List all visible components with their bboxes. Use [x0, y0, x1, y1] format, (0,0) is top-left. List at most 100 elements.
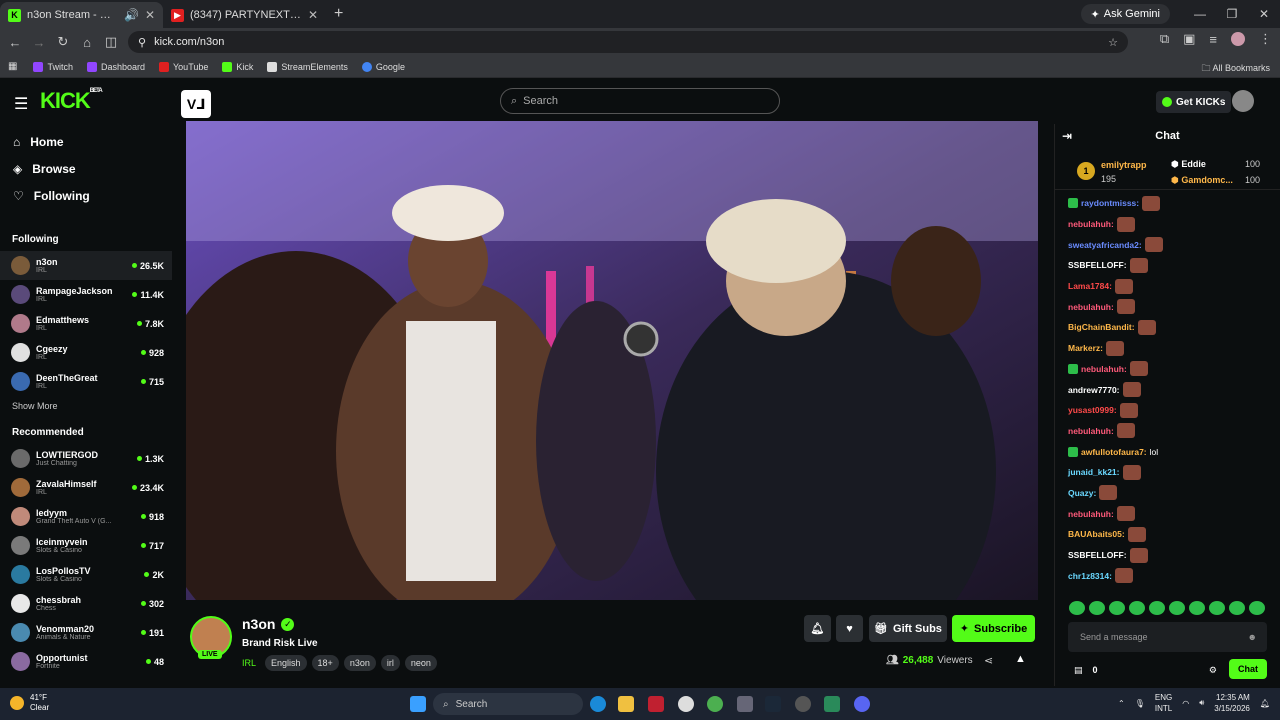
microphone-icon[interactable]: 🎙︎	[1135, 699, 1145, 708]
taskbar-search[interactable]: ⌕ Search	[433, 693, 583, 715]
quick-emote-icon[interactable]	[1089, 601, 1105, 615]
chat-username[interactable]: nebulahuh:	[1068, 219, 1114, 229]
app-icon[interactable]	[678, 696, 694, 712]
nav-following[interactable]: ♡ Following	[0, 182, 172, 209]
close-window-icon[interactable]: ✕	[1248, 0, 1280, 28]
chat-username[interactable]: raydontmisss:	[1081, 198, 1139, 208]
sidebar-channel[interactable]: LosPollosTV Slots & Casino 2K	[0, 560, 172, 589]
menu-kebab-icon[interactable]: ⋮	[1259, 31, 1272, 47]
user-avatar[interactable]	[1232, 90, 1254, 112]
collapse-chat-icon[interactable]: ⇥	[1062, 124, 1072, 148]
points-icon[interactable]: ▤	[1074, 665, 1083, 676]
subscribe-button[interactable]: ✦ Subscribe	[952, 615, 1035, 642]
chat-username[interactable]: nebulahuh:	[1068, 509, 1114, 519]
chat-message-input[interactable]: Send a message ☻	[1068, 622, 1267, 652]
chat-username[interactable]: andrew7770:	[1068, 385, 1120, 395]
chat-username[interactable]: chr1z8314:	[1068, 571, 1112, 581]
sidebar-channel[interactable]: Iceinmyvein Slots & Casino 717	[0, 531, 172, 560]
tag-chip[interactable]: neon	[404, 655, 437, 671]
chat-username[interactable]: BAUAbaits05:	[1068, 529, 1125, 539]
chat-username[interactable]: SSBFELLOFF:	[1068, 550, 1127, 560]
maximize-icon[interactable]: ❐	[1216, 0, 1248, 28]
quick-emote-icon[interactable]	[1169, 601, 1185, 615]
sidebar-channel[interactable]: Edmatthews IRL 7.8K	[0, 309, 172, 338]
quick-emote-icon[interactable]	[1229, 601, 1245, 615]
quick-emote-icon[interactable]	[1129, 601, 1145, 615]
tab-search-icon[interactable]: ≡	[1209, 32, 1217, 47]
notification-bell-button[interactable]: 🔔︎	[804, 615, 831, 642]
gift-subs-button[interactable]: 🎁︎ Gift Subs	[869, 615, 947, 642]
tray-chevron-icon[interactable]: ⌃	[1118, 699, 1125, 708]
quick-emote-icon[interactable]	[1189, 601, 1205, 615]
sidebar-icon[interactable]: ▣	[1183, 31, 1195, 47]
wifi-icon[interactable]: ◠	[1182, 699, 1189, 708]
share-icon[interactable]: ⋖	[984, 654, 993, 667]
weather-widget[interactable]: 41°F Clear	[10, 693, 49, 713]
video-player[interactable]	[186, 121, 1038, 600]
chat-username[interactable]: nebulahuh:	[1068, 426, 1114, 436]
bookmark-youtube[interactable]: YouTube	[159, 61, 208, 72]
emoji-picker-icon[interactable]: ☻	[1248, 622, 1257, 652]
minimize-icon[interactable]: —	[1184, 0, 1216, 28]
nav-home[interactable]: ⌂ Home	[0, 128, 172, 155]
close-tab-icon[interactable]: ✕	[308, 8, 318, 22]
chat-username[interactable]: Markerz:	[1068, 343, 1103, 353]
speaker-icon[interactable]: 🔊	[124, 8, 139, 22]
profile-avatar[interactable]	[1231, 32, 1245, 46]
chat-username[interactable]: sweatyafricanda2:	[1068, 240, 1142, 250]
forward-icon[interactable]: →	[27, 35, 51, 50]
quick-emote-icon[interactable]	[1109, 601, 1125, 615]
windows-start-icon[interactable]	[410, 696, 426, 712]
apps-grid-icon[interactable]: ▦	[8, 61, 17, 72]
notification-icon[interactable]: 🔔︎	[1260, 699, 1270, 708]
discord-icon[interactable]	[854, 696, 870, 712]
app-icon[interactable]	[737, 696, 753, 712]
tag-chip[interactable]: irl	[380, 655, 400, 671]
app-icon[interactable]	[648, 696, 664, 712]
chat-username[interactable]: SSBFELLOFF:	[1068, 260, 1127, 270]
quick-emote-icon[interactable]	[1149, 601, 1165, 615]
quick-emote-icon[interactable]	[1209, 601, 1225, 615]
quick-emote-icon[interactable]	[1249, 601, 1265, 615]
chat-username[interactable]: junaid_kk21:	[1068, 467, 1120, 477]
chat-username[interactable]: nebulahuh:	[1081, 364, 1127, 374]
report-icon[interactable]: ▲	[1015, 653, 1026, 665]
all-bookmarks-button[interactable]: 🗀 All Bookmarks	[1201, 61, 1270, 77]
tab-kick[interactable]: K n3on Stream - Watch Live on Kick 🔊 ✕	[0, 2, 163, 28]
language-indicator[interactable]: ENG INTL	[1155, 692, 1172, 714]
kick-logo[interactable]: KICKBETA	[40, 88, 103, 114]
sidebar-channel[interactable]: Cgeezy IRL 928	[0, 338, 172, 367]
bookmark-dashboard[interactable]: Dashboard	[86, 61, 145, 72]
file-explorer-icon[interactable]	[618, 696, 634, 712]
sidebar-channel[interactable]: n3on IRL 26.5K	[0, 251, 172, 280]
sidebar-channel[interactable]: Venomman20 Animals & Nature 191	[0, 618, 172, 647]
extensions-icon[interactable]: ⧉	[1160, 31, 1169, 47]
steam-icon[interactable]	[765, 696, 781, 712]
sidebar-channel[interactable]: chessbrah Chess 302	[0, 589, 172, 618]
edge-icon[interactable]	[590, 696, 606, 712]
bookmark-google[interactable]: Google	[361, 61, 405, 72]
reload-icon[interactable]: ↻	[51, 34, 75, 50]
app-icon[interactable]	[795, 696, 811, 712]
chat-username[interactable]: awfullotofaura7:	[1081, 447, 1147, 457]
sidebar-channel[interactable]: DeenTheGreat IRL 715	[0, 367, 172, 396]
ask-gemini-button[interactable]: ✦ Ask Gemini	[1080, 4, 1170, 24]
follow-heart-button[interactable]: ♥	[836, 615, 863, 642]
tag-chip[interactable]: English	[265, 655, 307, 671]
show-more-button[interactable]: Show More	[0, 396, 172, 416]
home-icon[interactable]: ⌂	[75, 35, 99, 50]
get-kicks-button[interactable]: Get KICKs	[1156, 91, 1232, 113]
bookmark-twitch[interactable]: Twitch	[33, 61, 73, 72]
tag-chip[interactable]: n3on	[343, 655, 376, 671]
split-view-icon[interactable]: ◫	[99, 34, 123, 50]
bookmark-kick[interactable]: Kick	[222, 61, 253, 72]
nav-browse[interactable]: ◈ Browse	[0, 155, 172, 182]
bookmark-star-icon[interactable]: ☆	[1108, 36, 1118, 49]
bookmark-streamelements[interactable]: StreamElements	[267, 61, 348, 72]
new-tab-icon[interactable]: +	[334, 5, 343, 23]
chat-username[interactable]: yusast0999:	[1068, 405, 1117, 415]
volume-icon[interactable]: 🔊︎	[1199, 698, 1204, 708]
site-info-icon[interactable]: ⚲	[138, 36, 146, 49]
sidebar-channel[interactable]: RampageJackson IRL 11.4K	[0, 280, 172, 309]
chrome-icon[interactable]	[707, 696, 723, 712]
